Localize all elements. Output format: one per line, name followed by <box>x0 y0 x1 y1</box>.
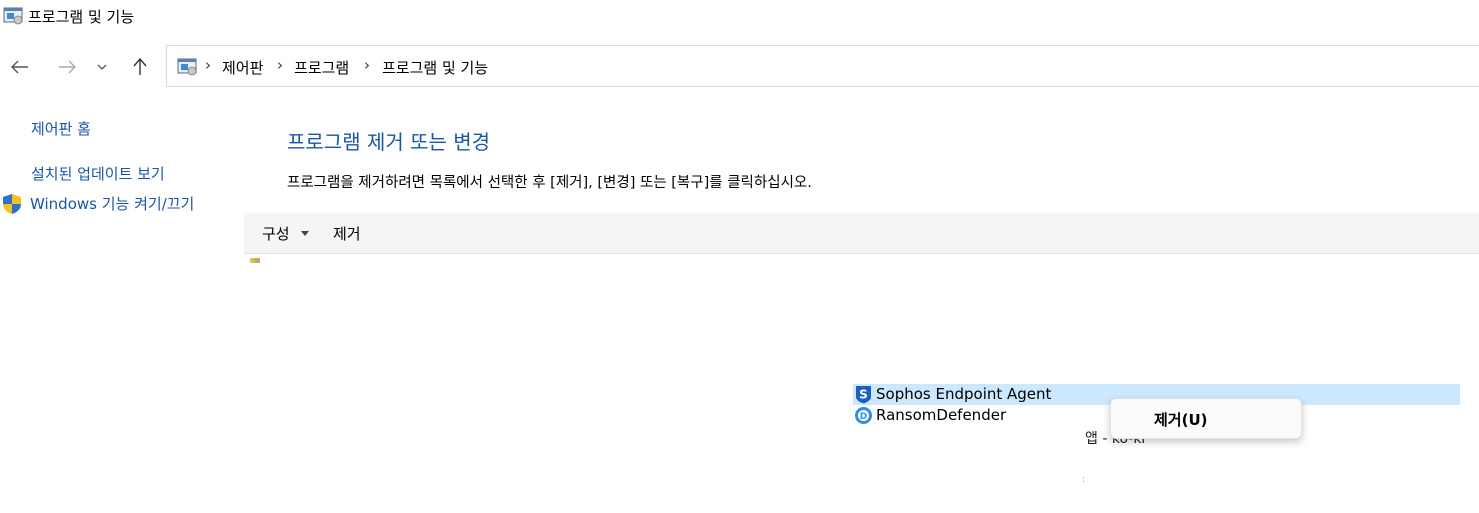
organize-dropdown-icon <box>301 231 309 236</box>
arrow-left-icon <box>11 60 28 74</box>
breadcrumb-programs[interactable]: 프로그램 <box>294 57 349 78</box>
shield-icon <box>3 194 21 214</box>
program-name: Sophos Endpoint Agent <box>876 385 1052 403</box>
uninstall-button[interactable]: 제거 <box>333 223 361 244</box>
back-button[interactable] <box>5 52 35 82</box>
ransomdefender-icon: D <box>855 407 872 424</box>
arrow-up-icon <box>133 58 147 75</box>
sidebar-item-installed-updates[interactable]: 설치된 업데이트 보기 <box>31 163 165 184</box>
breadcrumb-control-panel[interactable]: 제어판 <box>222 57 263 78</box>
divider-dot: : <box>1082 475 1086 485</box>
command-bar: 구성 제거 <box>244 213 1479 254</box>
breadcrumb-programs-and-features[interactable]: 프로그램 및 기능 <box>382 57 488 78</box>
control-panel-icon <box>177 58 197 76</box>
chevron-down-icon <box>97 64 107 70</box>
organize-button[interactable]: 구성 <box>262 223 290 244</box>
sophos-icon: S <box>856 386 871 404</box>
list-header-icon <box>250 258 260 263</box>
context-menu: 제거(U) <box>1110 398 1302 439</box>
program-name: RansomDefender <box>876 406 1007 424</box>
programs-and-features-icon <box>3 7 23 25</box>
breadcrumb-separator: › <box>277 56 283 74</box>
page-title: 프로그램 제거 또는 변경 <box>287 130 491 154</box>
address-bar[interactable]: › 제어판 › 프로그램 › 프로그램 및 기능 <box>166 45 1479 87</box>
sidebar-item-control-panel-home[interactable]: 제어판 홈 <box>31 118 91 139</box>
context-menu-uninstall[interactable]: 제거(U) <box>1154 409 1208 430</box>
recent-locations-button[interactable] <box>89 52 115 82</box>
arrow-right-icon <box>59 60 76 74</box>
forward-button[interactable] <box>52 52 82 82</box>
navigation-bar: › 제어판 › 프로그램 › 프로그램 및 기능 <box>0 44 1479 90</box>
title-bar: 프로그램 및 기능 <box>0 0 1479 34</box>
svg-text:D: D <box>860 412 867 422</box>
svg-text:S: S <box>859 388 868 402</box>
breadcrumb-separator: › <box>364 56 370 74</box>
up-button[interactable] <box>125 52 155 82</box>
page-instruction: 프로그램을 제거하려면 목록에서 선택한 후 [제거], [변경] 또는 [복구… <box>287 175 812 191</box>
window-title: 프로그램 및 기능 <box>28 8 135 26</box>
sidebar-item-windows-features[interactable]: Windows 기능 켜기/끄기 <box>30 193 194 214</box>
breadcrumb-separator: › <box>205 56 211 74</box>
